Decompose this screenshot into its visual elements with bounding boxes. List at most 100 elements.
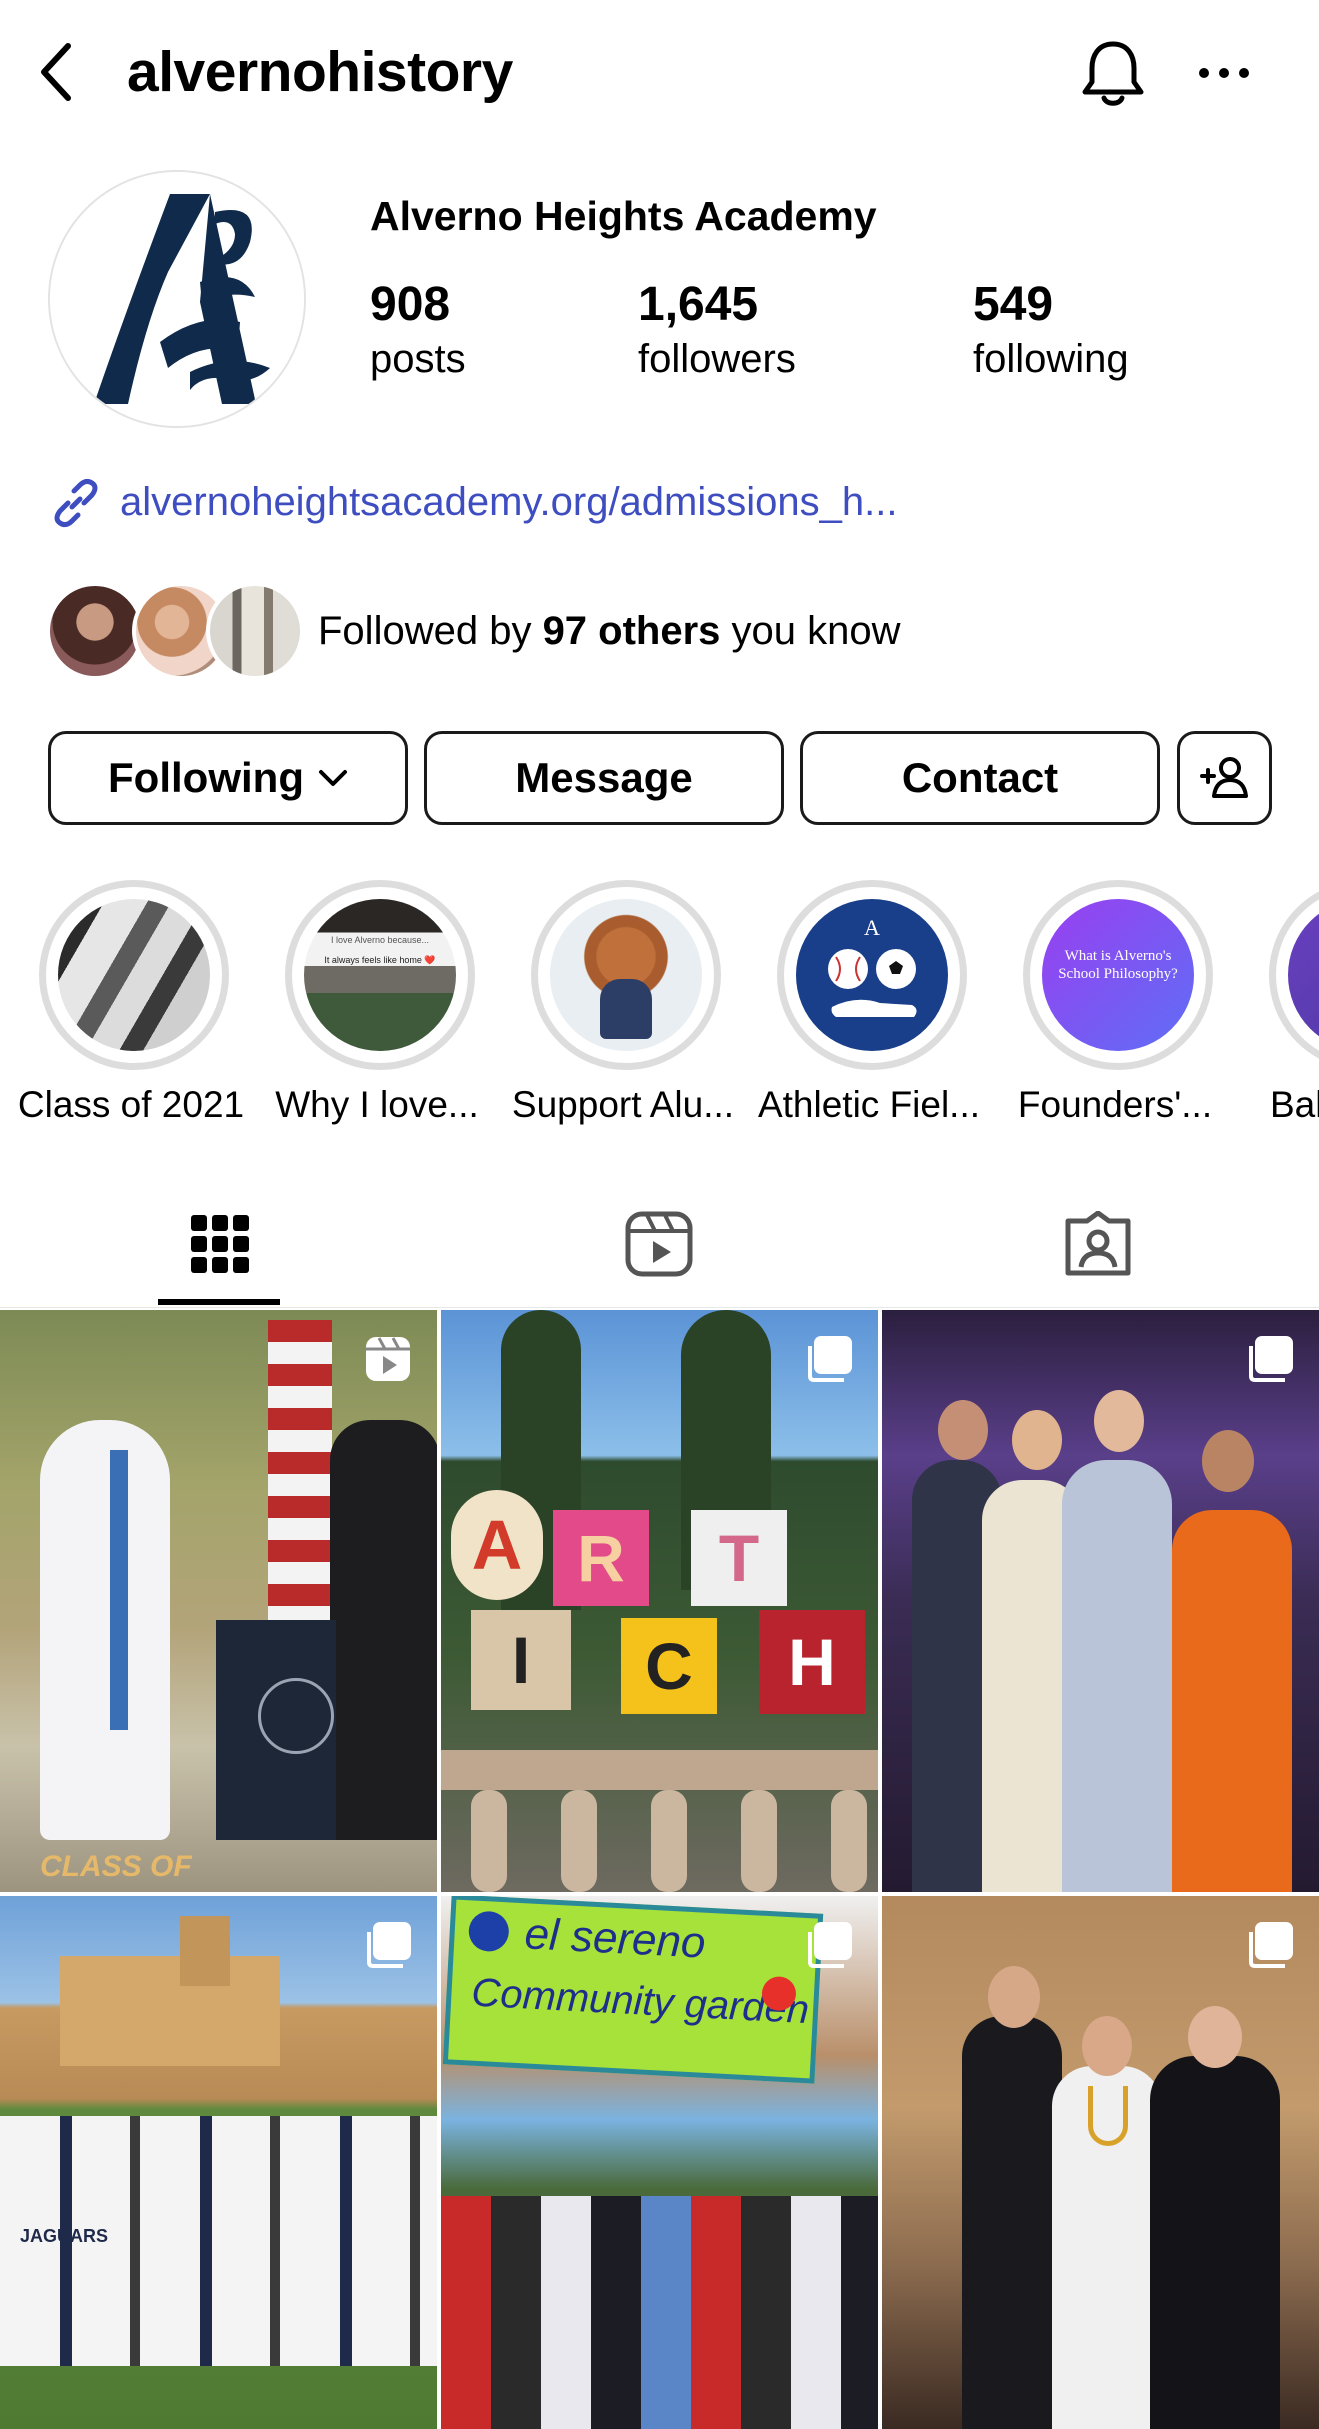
following-button-label: Following (108, 754, 304, 801)
highlight-cover (58, 899, 210, 1051)
face (988, 1966, 1040, 2028)
carousel-badge-icon (367, 1922, 411, 1968)
svg-text:A: A (864, 915, 880, 940)
mutual-avatar (46, 582, 144, 680)
followed-by-count: 97 others (542, 609, 721, 653)
face (1202, 1430, 1254, 1492)
posts-grid: CLASS OF A R T I C H JAGUARS el sereno C… (0, 1310, 1319, 2429)
letter-block: T (691, 1510, 787, 1606)
message-button[interactable]: Message (424, 731, 784, 825)
medal-ribbon (1088, 2086, 1128, 2146)
active-tab-indicator (158, 1299, 280, 1305)
following-count: 549 (973, 278, 1054, 331)
tab-tagged[interactable] (878, 1180, 1317, 1308)
highlight-cover: What is Alverno's School Philosophy? (1042, 899, 1194, 1051)
followed-by-suffix: you know (720, 609, 901, 653)
grid-icon (190, 1215, 249, 1273)
stat-posts[interactable]: 908 posts (370, 276, 466, 384)
highlight-ring: I love Alverno because... It always feel… (285, 880, 475, 1070)
post-thumbnail[interactable] (882, 1896, 1319, 2429)
posts-label: posts (370, 337, 466, 381)
face (938, 1400, 988, 1460)
academy-logo (50, 172, 304, 426)
highlight-caption: Bak (1270, 1084, 1319, 1125)
highlight-cover-text: It always feels like home ❤️ (324, 955, 436, 965)
reel-badge-icon (366, 1337, 410, 1381)
more-dots-icon[interactable] (1196, 60, 1252, 86)
letter-block: R (553, 1510, 649, 1606)
profile-username: alvernohistory (127, 40, 513, 104)
railing-top (441, 1750, 878, 1790)
sports-icon: A (828, 915, 917, 1017)
top-bar: alvernohistory (0, 0, 1319, 150)
highlight-cover (1288, 899, 1319, 1051)
dog-vest (600, 979, 652, 1039)
chevron-down-icon (318, 770, 347, 786)
carousel-badge-icon (808, 1336, 852, 1382)
highlight-caption: Athletic Fiel... (757, 1084, 981, 1125)
mutual-followers-avatars[interactable] (46, 582, 304, 682)
carousel-badge-icon (1249, 1922, 1293, 1968)
garden-sign: el sereno Community garden (442, 1896, 824, 2084)
profile-full-name: Alverno Heights Academy (370, 193, 877, 239)
suit (962, 2016, 1062, 2429)
post-thumbnail[interactable]: el sereno Community garden (441, 1896, 878, 2429)
profile-tabs (0, 1180, 1319, 1308)
dress (1062, 1460, 1172, 1892)
profile-website-link[interactable]: alvernoheightsacademy.org/admissions_h..… (120, 476, 897, 528)
following-label: following (973, 337, 1129, 381)
highlight-ring: What is Alverno's School Philosophy? (1023, 880, 1213, 1070)
bell-icon[interactable] (1080, 38, 1146, 110)
back-chevron-icon[interactable] (36, 40, 76, 104)
graduate-gown (40, 1420, 170, 1840)
message-button-label: Message (515, 754, 693, 801)
profile-avatar[interactable] (48, 170, 306, 428)
baluster (561, 1790, 597, 1892)
baluster (741, 1790, 777, 1892)
tagged-icon (1065, 1211, 1130, 1276)
highlight-cover (550, 899, 702, 1051)
contact-button-label: Contact (901, 754, 1059, 801)
graduate-stole (110, 1450, 128, 1730)
letter-block: H (759, 1610, 865, 1714)
letter-block: A (451, 1490, 543, 1600)
moon-graphic (467, 1910, 510, 1953)
followed-by-text: Followed by 97 others you know (318, 605, 901, 657)
stat-following[interactable]: 549 following (973, 276, 1129, 384)
dress (1150, 2056, 1280, 2429)
reels-icon (625, 1211, 692, 1277)
highlight-cover: A (796, 899, 948, 1051)
highlight-ring (39, 880, 229, 1070)
face (1082, 2016, 1132, 2076)
jersey-text: JAGUARS (20, 2226, 109, 2246)
post-thumbnail[interactable]: JAGUARS (0, 1896, 437, 2429)
stat-followers[interactable]: 1,645 followers (638, 276, 796, 384)
baluster (651, 1790, 687, 1892)
tab-grid[interactable] (0, 1180, 439, 1308)
contact-button[interactable]: Contact (800, 731, 1160, 825)
post-thumbnail[interactable]: CLASS OF (0, 1310, 437, 1892)
highlight-ring: A (777, 880, 967, 1070)
flag (268, 1320, 332, 1630)
face (1094, 1390, 1144, 1452)
following-button[interactable]: Following (48, 731, 408, 825)
highlight-caption: Support Alu... (511, 1084, 735, 1125)
post-thumbnail[interactable] (882, 1310, 1319, 1892)
group-of-people (441, 2196, 878, 2429)
post-thumbnail[interactable]: A R T I C H (441, 1310, 878, 1892)
followed-by-prefix: Followed by (318, 609, 543, 653)
faculty-gown (330, 1420, 437, 1840)
story-highlights: Class of 2021 I love Alverno because... … (0, 880, 1319, 1140)
followers-count: 1,645 (638, 278, 759, 331)
highlight-cover: I love Alverno because... It always feel… (304, 899, 456, 1051)
mutual-avatar (206, 582, 304, 680)
baluster (831, 1790, 867, 1892)
highlight-caption: Why I love... (275, 1084, 479, 1125)
carousel-badge-icon (808, 1922, 852, 1968)
suggested-users-button[interactable] (1177, 731, 1272, 825)
baluster (471, 1790, 507, 1892)
followers-label: followers (638, 337, 796, 381)
sign-line-1: el sereno (523, 1909, 707, 1968)
podium-seal (258, 1678, 334, 1754)
tab-reels[interactable] (439, 1180, 878, 1308)
